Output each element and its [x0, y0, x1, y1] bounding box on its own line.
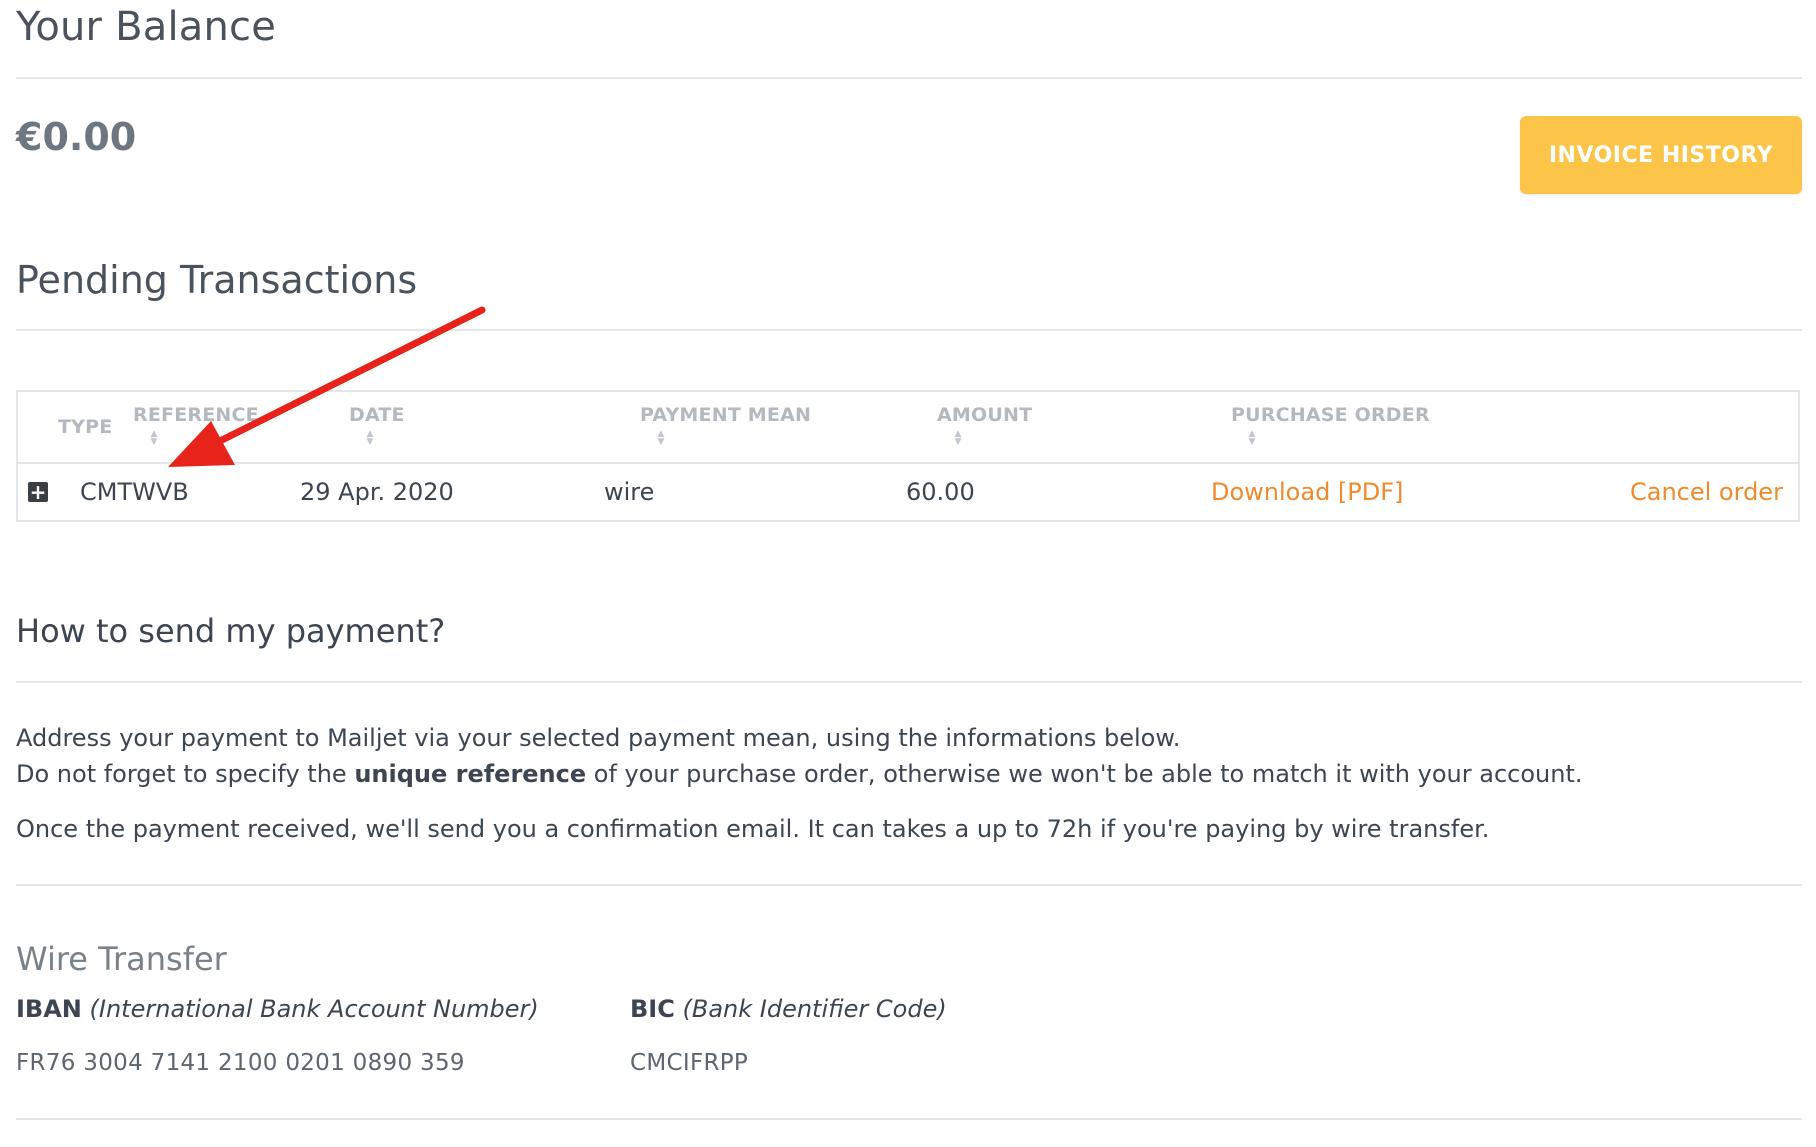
- how-to-pay-title: How to send my payment?: [16, 612, 446, 650]
- download-pdf-link[interactable]: Download [PDF]: [1211, 478, 1403, 506]
- balance-amount: €0.00: [16, 115, 137, 159]
- column-header-reference[interactable]: REFERENCE: [133, 404, 259, 426]
- bic-description: (Bank Identifier Code): [682, 995, 947, 1023]
- row-payment-mean: wire: [604, 478, 655, 506]
- divider: [16, 1118, 1802, 1120]
- unique-reference-emphasis: unique reference: [354, 760, 587, 788]
- column-header-date[interactable]: DATE: [349, 404, 405, 426]
- divider: [16, 329, 1802, 331]
- instructions-text: Do not forget to specify the: [16, 760, 355, 788]
- column-header-payment-mean[interactable]: PAYMENT MEAN: [640, 404, 811, 426]
- sort-icon[interactable]: ▲ ▼: [952, 430, 964, 447]
- bic-value: CMCIFRPP: [630, 1050, 749, 1076]
- iban-label: IBAN (International Bank Account Number): [16, 995, 539, 1023]
- plus-square-icon[interactable]: +: [28, 482, 48, 502]
- divider: [16, 884, 1802, 886]
- bic-label: BIC (Bank Identifier Code): [630, 995, 947, 1023]
- sort-icon[interactable]: ▲ ▼: [148, 430, 160, 447]
- iban-description: (International Bank Account Number): [89, 995, 539, 1023]
- pending-transactions-title: Pending Transactions: [16, 258, 418, 302]
- payment-instructions-line: Address your payment to Mailjet via your…: [16, 724, 1181, 752]
- bic-label-text: BIC: [630, 995, 675, 1023]
- balance-title: Your Balance: [16, 4, 277, 50]
- cancel-order-link[interactable]: Cancel order: [1630, 478, 1783, 506]
- row-amount: 60.00: [906, 478, 975, 506]
- iban-value: FR76 3004 7141 2100 0201 0890 359: [16, 1050, 465, 1076]
- divider: [16, 77, 1802, 79]
- pending-transactions-table: TYPE REFERENCE ▲ ▼ DATE ▲ ▼ PAYMENT MEAN ▲…: [16, 390, 1800, 522]
- column-header-purchase-order[interactable]: PURCHASE ORDER: [1231, 404, 1430, 426]
- sort-icon[interactable]: ▲ ▼: [364, 430, 376, 447]
- table-row: + CMTWVB 29 Apr. 2020 wire 60.00 Downloa…: [18, 464, 1798, 522]
- column-header-amount[interactable]: AMOUNT: [937, 404, 1032, 426]
- column-header-type: TYPE: [58, 416, 113, 438]
- iban-label-text: IBAN: [16, 995, 82, 1023]
- table-header: TYPE REFERENCE ▲ ▼ DATE ▲ ▼ PAYMENT MEAN ▲…: [18, 392, 1798, 464]
- invoice-history-button[interactable]: INVOICE HISTORY: [1520, 116, 1802, 194]
- row-reference: CMTWVB: [80, 478, 189, 506]
- payment-instructions-line: Once the payment received, we'll send yo…: [16, 815, 1490, 843]
- payment-instructions-line: Do not forget to specify the unique refe…: [16, 760, 1582, 788]
- wire-transfer-title: Wire Transfer: [16, 940, 227, 978]
- sort-icon[interactable]: ▲ ▼: [655, 430, 667, 447]
- row-date: 29 Apr. 2020: [300, 478, 454, 506]
- sort-icon[interactable]: ▲ ▼: [1246, 430, 1258, 447]
- instructions-text: of your purchase order, otherwise we won…: [586, 760, 1583, 788]
- divider: [16, 681, 1802, 683]
